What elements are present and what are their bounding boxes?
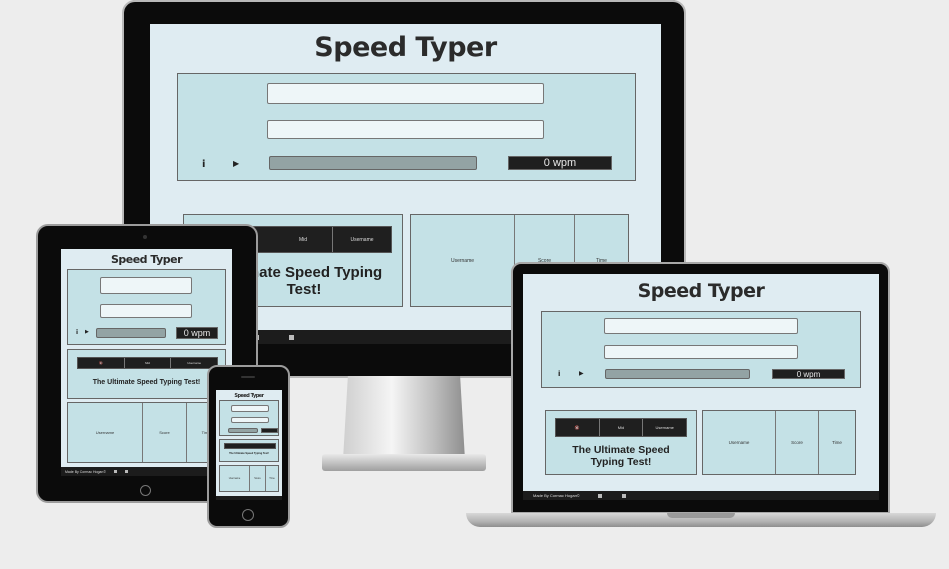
tablet-scores-table: Username Score Time — [67, 402, 226, 463]
laptop-typing-panel: i ▶ 0 wpm — [541, 311, 861, 388]
main-heading-line2: Test! — [286, 281, 322, 298]
tablet-col-score: Score — [143, 403, 187, 462]
tab-mid[interactable]: Mid — [274, 227, 333, 252]
laptop-play-icon[interactable]: ▶ — [579, 370, 584, 377]
phone-speaker — [241, 376, 255, 378]
monitor-neck — [343, 376, 465, 460]
progress-bar — [269, 156, 477, 170]
phone-heading-box: The Ultimate Speed Typing Test! — [219, 439, 279, 462]
wpm-display: 0 wpm — [508, 156, 612, 170]
phone-typing-panel — [219, 400, 279, 436]
phone-progress-bar — [228, 428, 258, 433]
tablet-tab-mute[interactable]: 🔇 — [78, 358, 125, 368]
tablet-typing-input[interactable] — [100, 304, 192, 318]
phone-typing-input[interactable] — [231, 417, 269, 423]
laptop-info-icon[interactable]: i — [558, 370, 560, 378]
tablet-info-icon[interactable]: i — [76, 329, 78, 336]
laptop-tab-username[interactable]: Username — [643, 419, 686, 436]
tablet-main-heading: The Ultimate Speed Typing Test! — [92, 379, 201, 386]
tablet-wpm-display: 0 wpm — [176, 327, 218, 339]
laptop-col-username: Username — [703, 411, 776, 474]
page-title: Speed Typer — [314, 32, 497, 63]
laptop-wpm-display: 0 wpm — [772, 369, 845, 379]
phone-col-username: Username — [220, 466, 250, 491]
laptop-quote-field — [604, 318, 798, 334]
phone-footer — [216, 496, 282, 500]
phone-scores-table: Username Score Time — [219, 465, 279, 492]
linkedin-icon[interactable] — [289, 334, 294, 340]
typing-panel: i ▶ 0 wpm — [177, 73, 636, 181]
laptop-scores-table: Username Score Time — [702, 410, 856, 475]
main-heading-line1: mate Speed Typing — [245, 264, 383, 281]
laptop-heading-box: 🔇 Mid Username The Ultimate Speed Typing… — [545, 410, 697, 475]
tablet-footer-text: Made By Cormac Hogan© — [65, 469, 106, 474]
tablet-col-username: Username — [68, 403, 143, 462]
phone-col-time: Time — [269, 477, 275, 480]
laptop-tab-mute[interactable]: 🔇 — [556, 419, 600, 436]
tablet-camera — [143, 235, 147, 239]
tablet-heading-box: 🔇 Mid Username The Ultimate Speed Typing… — [67, 349, 226, 399]
laptop-typing-input[interactable] — [604, 345, 798, 359]
phone-screen: Speed Typer The Ultimate Speed Typing Te… — [216, 390, 282, 500]
tablet-home-button — [140, 485, 151, 496]
phone-option-tabs — [224, 443, 276, 449]
laptop-progress-bar — [605, 369, 750, 379]
laptop-page-title: Speed Typer — [637, 280, 765, 302]
tablet-typing-panel: i ▶ 0 wpm — [67, 269, 226, 345]
laptop-tab-mid[interactable]: Mid — [600, 419, 644, 436]
tablet-linkedin-icon[interactable] — [124, 470, 128, 473]
info-icon[interactable]: i — [202, 159, 205, 170]
phone-wpm-display — [261, 428, 278, 433]
tablet-play-icon[interactable]: ▶ — [85, 329, 89, 335]
phone-col-score: Score — [250, 466, 266, 491]
phone-main-heading: The Ultimate Speed Typing Test! — [229, 452, 269, 455]
typing-input[interactable] — [267, 120, 544, 139]
monitor-base — [322, 454, 486, 471]
laptop-option-tabs: 🔇 Mid Username — [555, 418, 687, 437]
play-icon[interactable]: ▶ — [233, 159, 239, 168]
laptop-screen: Speed Typer i ▶ 0 wpm 🔇 Mid Username The… — [523, 274, 879, 500]
laptop-linkedin-icon[interactable] — [621, 493, 626, 498]
tablet-progress-bar — [96, 328, 166, 338]
phone-quote-field — [231, 405, 269, 412]
laptop-main-heading: The Ultimate Speed Typing Test! — [572, 444, 670, 468]
phone-page-title: Speed Typer — [234, 393, 264, 399]
laptop-github-icon[interactable] — [597, 493, 602, 498]
tablet-option-tabs: 🔇 Mid Username — [77, 357, 218, 369]
col-username: Username — [411, 215, 515, 306]
laptop-notch — [667, 513, 735, 518]
laptop-footer-text: Made By Cormac Hogan© — [533, 493, 580, 498]
tablet-page-title: Speed Typer — [110, 253, 183, 266]
laptop-col-score: Score — [776, 411, 819, 474]
tablet-github-icon[interactable] — [113, 470, 117, 473]
tablet-tab-mid[interactable]: Mid — [125, 358, 172, 368]
laptop-footer: Made By Cormac Hogan© — [523, 491, 879, 500]
tab-username[interactable]: Username — [333, 227, 391, 252]
phone-home-button — [242, 509, 254, 521]
laptop-col-time: Time — [832, 440, 842, 445]
quote-display-field — [267, 83, 544, 104]
tablet-quote-field — [100, 277, 192, 294]
